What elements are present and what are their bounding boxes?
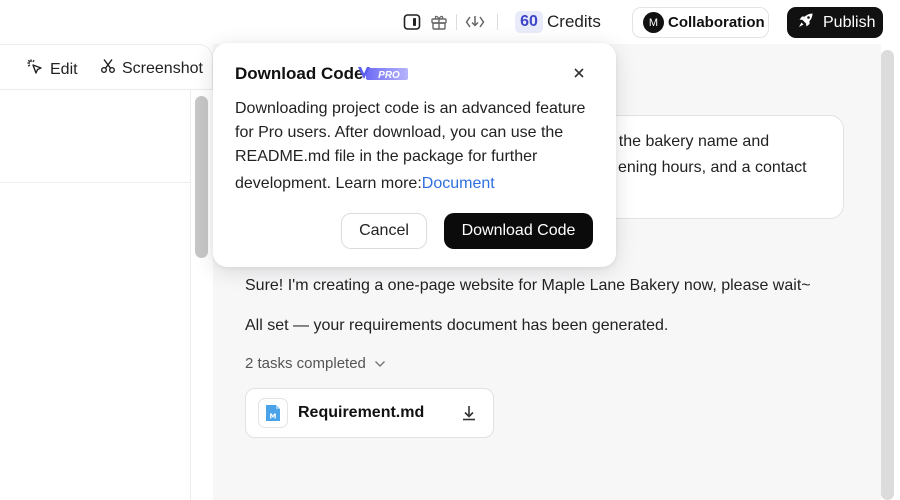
gift-icon[interactable] [429,12,449,32]
file-name: Requirement.md [298,404,425,421]
chevron-down-icon [374,355,386,372]
download-code-icon[interactable] [465,12,485,32]
assistant-message-line: Sure! I'm creating a one-page website fo… [245,277,811,294]
document-link[interactable]: Document [422,175,495,192]
top-bar: 60 Credits M Collaboration Publish [0,0,900,44]
dialog-body-line: for Pro users. After download, you can u… [235,124,564,141]
credits-label[interactable]: Credits [547,12,601,32]
cancel-button[interactable]: Cancel [341,213,427,249]
dialog-body-line: development. Learn more:Document [235,175,495,193]
preview-toolbar: Edit Screenshot [0,44,213,90]
close-icon[interactable] [572,66,586,80]
collaboration-label: Collaboration [668,14,765,31]
publish-label: Publish [823,13,876,31]
assistant-message-line: All set — your requirements document has… [245,317,669,334]
panel-toggle-icon[interactable] [402,12,422,32]
collaboration-button[interactable]: M Collaboration [632,7,769,38]
pro-badge-label: PRO [378,70,400,81]
divider [456,14,457,30]
credits-count-badge[interactable]: 60 [515,11,543,33]
pro-badge: PRO [357,64,409,82]
user-message-line: ening hours, and a contact [618,159,807,176]
chat-scrollbar[interactable] [881,50,894,500]
edit-button[interactable]: Edit [26,58,78,81]
download-code-button[interactable]: Download Code [444,213,593,249]
divider [0,182,190,183]
download-code-dialog: Download Code PRO Downloading project co… [213,43,616,267]
tasks-completed-label: 2 tasks completed [245,355,366,372]
scissors-icon [100,58,116,79]
dialog-title: Download Code [235,64,364,83]
publish-button[interactable]: Publish [787,7,883,38]
screenshot-button[interactable]: Screenshot [100,58,203,79]
preview-scroll-track [190,90,191,500]
tasks-completed-toggle[interactable]: 2 tasks completed [245,355,386,372]
user-message-line: th the bakery name and [601,133,770,150]
dialog-body-text: development. Learn more: [235,175,422,192]
divider [497,14,498,30]
edit-label: Edit [50,60,78,78]
download-icon[interactable] [460,404,478,422]
preview-pane: Edit Screenshot [0,44,213,500]
dialog-body-line: Downloading project code is an advanced … [235,100,586,117]
markdown-file-icon-letter: M [270,413,277,421]
screenshot-label: Screenshot [122,59,203,77]
markdown-file-icon: M [258,398,288,428]
rocket-icon [797,11,815,34]
file-attachment-card[interactable]: M Requirement.md [245,388,494,438]
avatar: M [643,12,664,33]
preview-scrollbar[interactable] [195,96,208,258]
sparkle-cursor-icon [26,58,44,81]
dialog-body-line: README.md file in the package for furthe… [235,148,538,165]
